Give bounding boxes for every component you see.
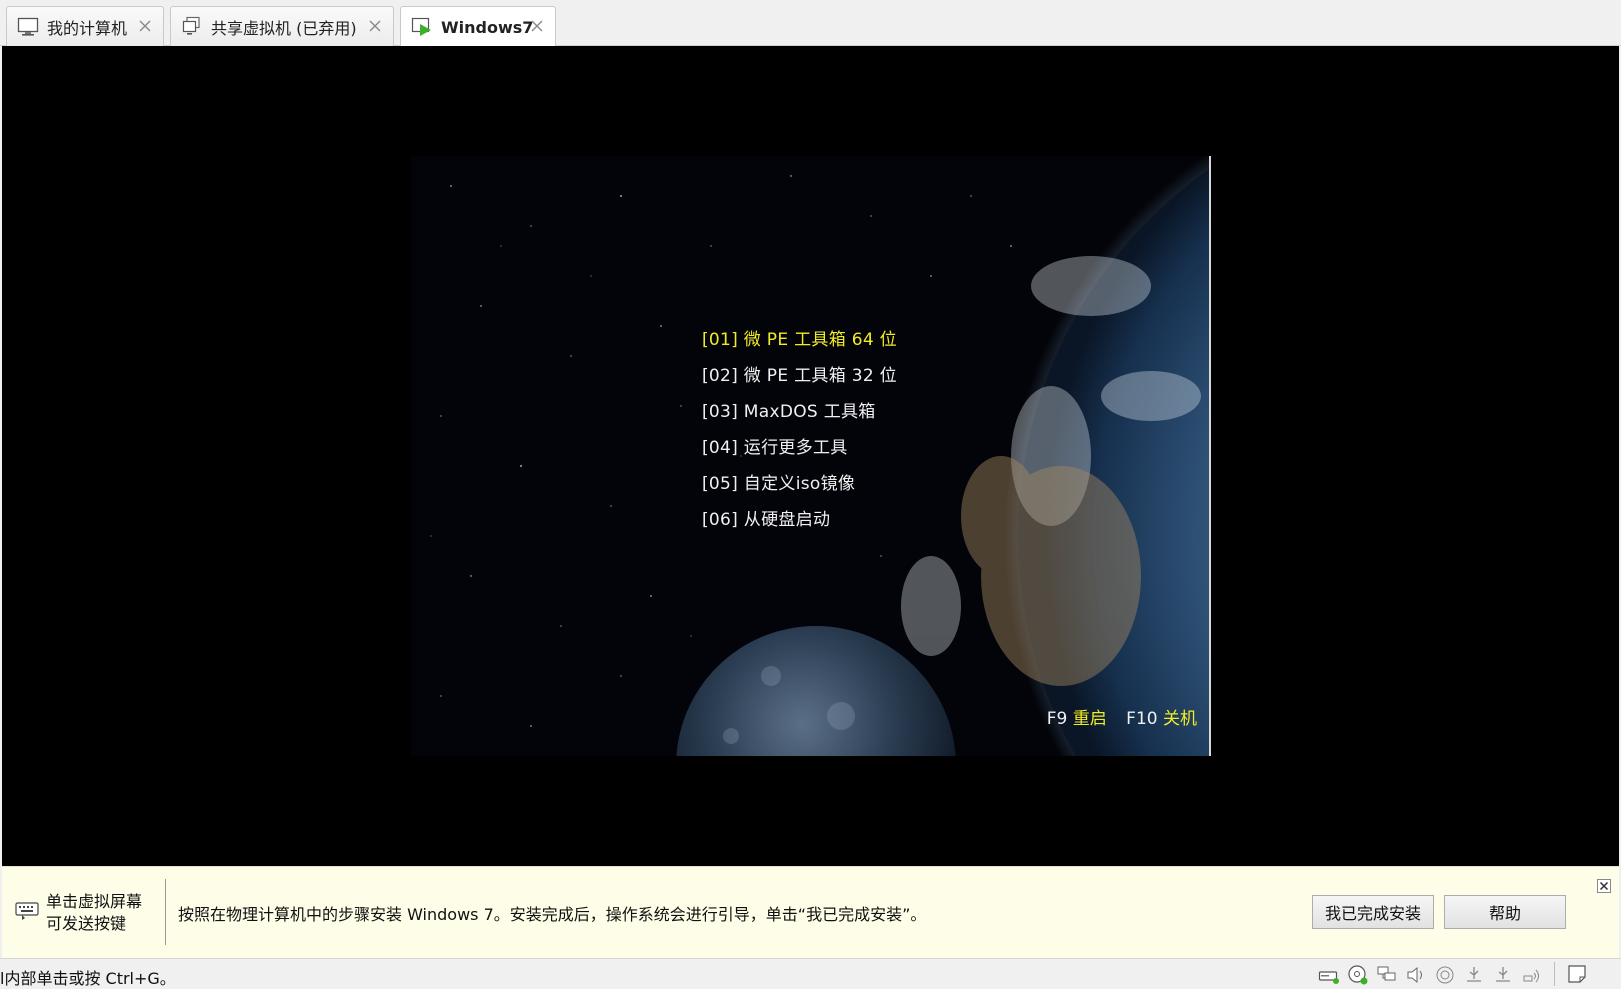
keyboard-icon [14,897,40,923]
f9-key: F9 [1046,709,1068,729]
usb-controller-icon[interactable] [1434,964,1456,986]
divider [1554,962,1555,986]
close-icon[interactable] [365,16,385,36]
message-log-icon[interactable] [1566,963,1588,985]
install-hint-bar: 单击虚拟屏幕 可发送按键 按照在物理计算机中的步骤安装 Windows 7。安装… [2,866,1619,958]
boot-option-05[interactable]: [05] 自定义iso镜像 [702,466,897,502]
hard-disk-icon[interactable] [1318,964,1340,986]
boot-option-01[interactable]: [01] 微 PE 工具箱 64 位 [702,322,897,358]
boot-option-06[interactable]: [06] 从硬盘启动 [702,502,897,538]
boot-menu: [01] 微 PE 工具箱 64 位 [02] 微 PE 工具箱 32 位 [0… [702,322,897,538]
network-adapter-icon[interactable] [1376,964,1398,986]
close-icon[interactable] [135,16,155,36]
tab-label: 我的计算机 [47,18,128,38]
cd-dvd-icon[interactable] [1347,964,1369,986]
wireless-icon[interactable] [1521,964,1543,986]
status-text: l内部单击或按 Ctrl+G。 [0,969,176,988]
f10-action[interactable]: 关机 [1163,709,1197,729]
tab-label: Windows7 [441,17,534,37]
screen-edge [1209,156,1211,756]
computer-icon [17,16,39,38]
tab-windows7[interactable]: Windows7 [400,6,556,47]
tab-label: 共享虚拟机 (已弃用) [211,18,357,38]
tab-shared-vms[interactable]: 共享虚拟机 (已弃用) [170,6,394,46]
f10-key: F10 [1126,709,1158,729]
help-button[interactable]: 帮助 [1444,895,1566,929]
close-hint-icon[interactable] [1597,879,1611,893]
device-icons [1318,963,1550,987]
usb-device-2-icon[interactable] [1492,964,1514,986]
usb-device-icon[interactable] [1463,964,1485,986]
close-icon[interactable] [527,16,547,36]
finish-install-button[interactable]: 我已完成安装 [1312,895,1434,929]
hint-left-line1: 单击虚拟屏幕 [46,892,143,911]
boot-menu-screen[interactable]: [01] 微 PE 工具箱 64 位 [02] 微 PE 工具箱 32 位 [0… [411,156,1211,756]
hint-send-keys: 单击虚拟屏幕 可发送按键 [46,891,142,935]
f9-action[interactable]: 重启 [1073,709,1107,729]
shared-vm-icon [181,16,203,38]
vm-running-icon [411,16,433,38]
boot-option-02[interactable]: [02] 微 PE 工具箱 32 位 [702,358,897,394]
boot-option-03[interactable]: [03] MaxDOS 工具箱 [702,394,897,430]
boot-option-04[interactable]: [04] 运行更多工具 [702,430,897,466]
status-bar: l内部单击或按 Ctrl+G。 [0,958,1621,989]
hint-left-line2: 可发送按键 [46,914,127,933]
tab-my-computer[interactable]: 我的计算机 [6,6,164,46]
divider [165,879,166,945]
sound-card-icon[interactable] [1405,964,1427,986]
function-key-hints: F9 重启 F10 关机 [1047,704,1197,729]
vm-display[interactable]: [01] 微 PE 工具箱 64 位 [02] 微 PE 工具箱 32 位 [0… [2,46,1619,866]
install-instructions: 按照在物理计算机中的步骤安装 Windows 7。安装完成后，操作系统会进行引导… [178,905,927,924]
tab-bar: 我的计算机 共享虚拟机 (已弃用) Windows7 [0,0,1621,47]
